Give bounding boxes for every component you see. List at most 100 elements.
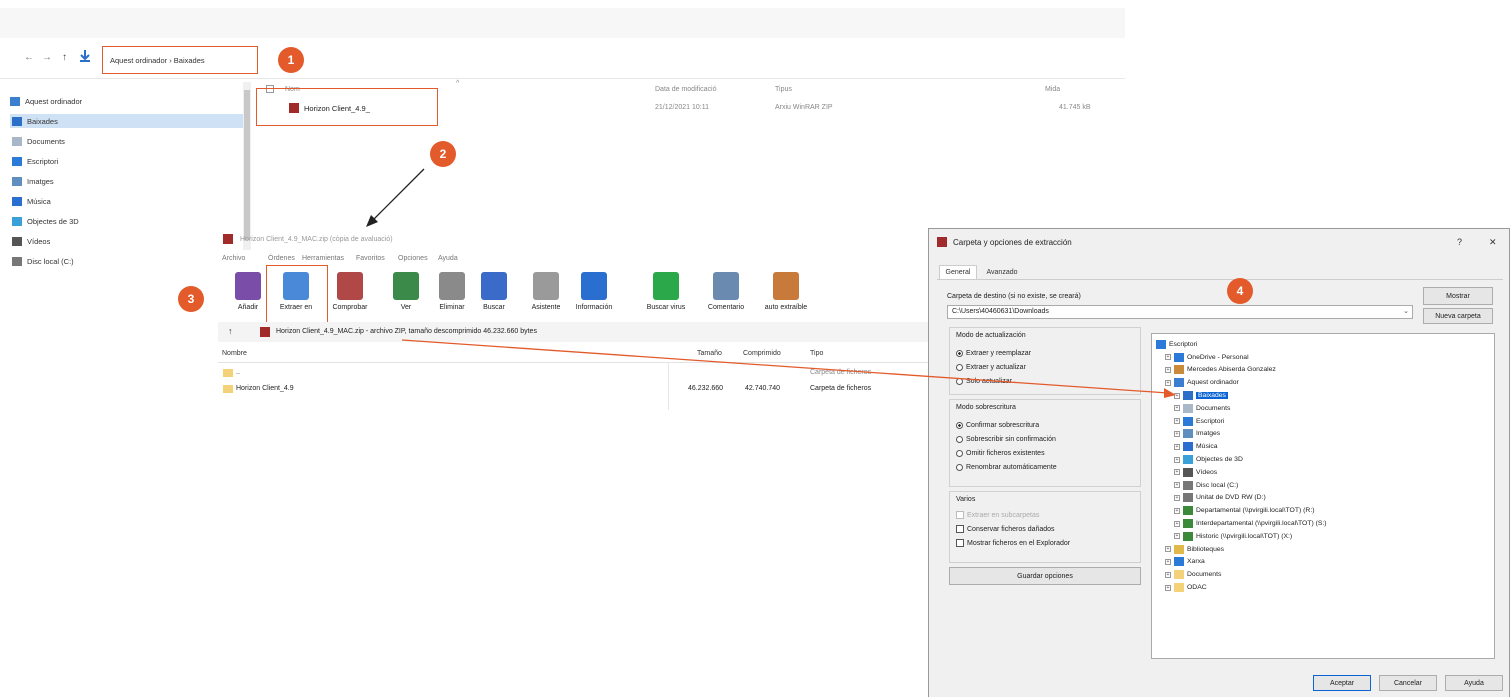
tree-node[interactable]: + Historic (\\pvirgili.local\TOT) (X:) — [1156, 530, 1327, 543]
expand-icon[interactable]: + — [1174, 418, 1180, 425]
sidebar-item[interactable]: Baixades — [10, 114, 244, 128]
show-button[interactable]: Mostrar — [1423, 287, 1493, 305]
expand-icon[interactable]: + — [1174, 405, 1180, 412]
tree-node[interactable]: + ODAC — [1156, 581, 1327, 594]
column-header-nombre[interactable]: Nombre — [222, 350, 247, 357]
column-header-size[interactable]: Mida — [1045, 86, 1060, 93]
delete-button[interactable]: Eliminar — [428, 272, 476, 311]
checkbox-option[interactable]: Mostrar ficheros en el Explorador — [956, 536, 1070, 550]
checkbox-option[interactable]: Conservar ficheros dañados — [956, 522, 1070, 536]
menu-item[interactable]: Ayuda — [438, 255, 458, 262]
sfx-button[interactable]: auto extraíble — [762, 272, 810, 311]
expand-icon[interactable]: + — [1165, 571, 1171, 578]
folder-icon — [1174, 570, 1184, 580]
library-icon — [1174, 544, 1184, 554]
info-button[interactable]: Información — [570, 272, 618, 311]
folder-tree[interactable]: Escriptori + OneDrive - Personal + Mercedes … — [1151, 333, 1495, 659]
expand-icon[interactable]: + — [1165, 584, 1171, 591]
sidebar-item[interactable]: Objectes de 3D — [10, 214, 244, 228]
checkbox-option[interactable]: Extraer en subcarpetas — [956, 508, 1070, 522]
expand-icon[interactable]: + — [1174, 456, 1180, 463]
tree-node[interactable]: + Imatges — [1156, 428, 1327, 441]
expand-icon[interactable]: + — [1174, 533, 1180, 540]
menu-item[interactable]: Órdenes — [268, 255, 295, 262]
test-button[interactable]: Comprobar — [326, 272, 374, 311]
expand-icon[interactable]: + — [1174, 520, 1180, 527]
comment-button[interactable]: Comentario — [702, 272, 750, 311]
chevron-down-icon[interactable]: ⌄ — [1403, 307, 1409, 315]
expand-icon[interactable]: + — [1174, 430, 1180, 437]
back-icon[interactable]: ← — [24, 52, 34, 63]
computer-icon — [10, 96, 20, 106]
tree-node[interactable]: + Unitat de DVD RW (D:) — [1156, 492, 1327, 505]
expand-icon[interactable]: + — [1174, 494, 1180, 501]
network-drive-icon — [1183, 531, 1193, 541]
virus-scan-button[interactable]: Buscar virus — [642, 272, 690, 311]
destination-label: Carpeta de destino (si no existe, se cre… — [947, 293, 1081, 300]
radio-option[interactable]: Confirmar sobrescritura — [956, 418, 1057, 432]
sidebar-item[interactable]: Disc local (C:) — [10, 254, 244, 268]
add-button[interactable]: Añadir — [224, 272, 272, 311]
destination-path-input[interactable]: C:\Users\40460631\Downloads ⌄ — [947, 305, 1413, 319]
expand-icon[interactable]: + — [1174, 507, 1180, 514]
view-button[interactable]: Ver — [382, 272, 430, 311]
tree-node[interactable]: + Disc local (C:) — [1156, 479, 1327, 492]
expand-icon[interactable]: + — [1174, 482, 1180, 489]
file-size: 41.745 kB — [1059, 104, 1091, 111]
find-button[interactable]: Buscar — [470, 272, 518, 311]
tree-node[interactable]: + Objectes de 3D — [1156, 453, 1327, 466]
accept-button[interactable]: Aceptar — [1313, 675, 1371, 691]
save-options-button[interactable]: Guardar opciones — [949, 567, 1141, 585]
tree-node[interactable]: + Vídeos — [1156, 466, 1327, 479]
up-icon[interactable]: ↑ — [62, 52, 67, 63]
tree-node[interactable]: + Biblioteques — [1156, 543, 1327, 556]
sidebar-item[interactable]: Vídeos — [10, 234, 244, 248]
tree-node[interactable]: + Documents — [1156, 568, 1327, 581]
tree-node[interactable]: + Interdepartamental (\\pvirgili.local\TO… — [1156, 517, 1327, 530]
checkbox-label: Mostrar ficheros en el Explorador — [967, 539, 1071, 547]
menu-item[interactable]: Opciones — [398, 255, 428, 262]
tab-general[interactable]: General — [939, 265, 977, 279]
sidebar-item-label: Música — [27, 196, 51, 206]
close-icon[interactable]: ✕ — [1489, 237, 1497, 248]
menu-item[interactable]: Herramientas — [302, 255, 344, 262]
extraction-options-dialog: Carpeta y opciones de extracción ? ✕ Gen… — [928, 228, 1510, 697]
expand-icon[interactable]: + — [1174, 443, 1180, 450]
group-title: Modo sobrescritura — [956, 404, 1016, 411]
tree-node[interactable]: + Música — [1156, 440, 1327, 453]
network-drive-icon — [1183, 519, 1193, 529]
sidebar-item[interactable]: Música — [10, 194, 244, 208]
sidebar-item[interactable]: Escriptori — [10, 154, 244, 168]
sidebar-item[interactable]: Documents — [10, 134, 244, 148]
radio-option[interactable]: Sobrescribir sin confirmación — [956, 432, 1057, 446]
tree-node[interactable]: + Xarxa — [1156, 556, 1327, 569]
help-button[interactable]: ? — [1457, 237, 1462, 247]
help-dialog-button[interactable]: Ayuda — [1445, 675, 1503, 691]
radio-option[interactable]: Renombrar automáticamente — [956, 460, 1057, 474]
column-header-type[interactable]: Tipus — [775, 86, 792, 93]
up-one-level-button[interactable]: ↑ — [228, 326, 233, 336]
tree-node[interactable]: + Escriptori — [1156, 415, 1327, 428]
network-drive-icon — [1183, 506, 1193, 516]
divider — [937, 279, 1503, 280]
expand-icon[interactable]: + — [1174, 469, 1180, 476]
sidebar-item[interactable]: Imatges — [10, 174, 244, 188]
sidebar-item-label: Disc local (C:) — [27, 256, 74, 266]
sidebar-scrollbar[interactable] — [243, 82, 251, 250]
menu-item[interactable]: Favoritos — [356, 255, 385, 262]
sort-arrow-icon: ^ — [456, 80, 460, 87]
expand-icon[interactable]: + — [1165, 558, 1171, 565]
tree-node-label: Escriptori — [1196, 417, 1225, 425]
cancel-button[interactable]: Cancelar — [1379, 675, 1437, 691]
expand-icon[interactable]: + — [1165, 546, 1171, 553]
tree-node-label: Objectes de 3D — [1196, 456, 1243, 464]
sidebar-item[interactable]: Aquest ordinador — [10, 94, 242, 108]
new-folder-button[interactable]: Nueva carpeta — [1423, 308, 1493, 324]
radio-option[interactable]: Omitir ficheros existentes — [956, 446, 1057, 460]
forward-icon[interactable]: → — [42, 52, 52, 63]
wizard-button[interactable]: Asistente — [522, 272, 570, 311]
column-header-date[interactable]: Data de modificació — [655, 86, 716, 93]
tab-avanzado[interactable]: Avanzado — [979, 267, 1025, 279]
menu-item[interactable]: Archivo — [222, 255, 245, 262]
tree-node[interactable]: + Departamental (\\pvirgili.local\TOT) (R… — [1156, 504, 1327, 517]
